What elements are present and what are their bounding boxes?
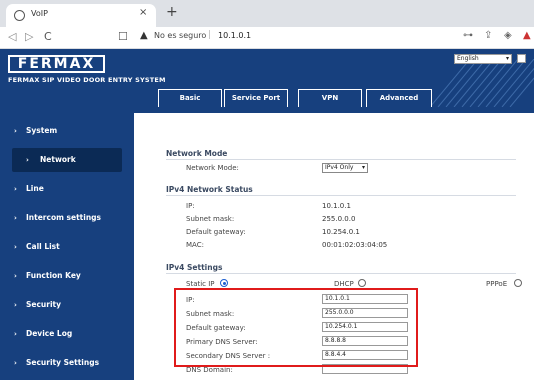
back-icon[interactable]: ◁ [8, 30, 16, 43]
tab-label: Advanced [379, 94, 419, 102]
status-mac-value: 00:01:02:03:04:05 [322, 241, 388, 249]
sidebar-item-label: Device Log [26, 329, 73, 338]
web-page: FERMAX FERMAX SIP VIDEO DOOR ENTRY SYSTE… [0, 49, 534, 380]
chevron-right-icon: › [14, 301, 17, 309]
sidebar-item-label: Function Key [26, 271, 81, 280]
chevron-right-icon: › [14, 272, 17, 280]
sidebar-item-system[interactable]: › System [0, 119, 134, 143]
url-text[interactable]: 10.1.0.1 [218, 31, 251, 40]
sidebar-item-function-key[interactable]: › Function Key [0, 264, 134, 288]
red-highlight-box [174, 288, 418, 367]
language-select[interactable]: English ▾ [454, 54, 512, 64]
warning-icon[interactable]: ▲ [140, 30, 148, 41]
section-title-network-mode: Network Mode [166, 149, 228, 158]
dhcp-radio[interactable] [358, 279, 366, 287]
sidebar-item-security[interactable]: › Security [0, 293, 134, 317]
new-tab-icon[interactable]: + [166, 4, 178, 20]
sidebar-item-intercom-settings[interactable]: › Intercom settings [0, 206, 134, 230]
tab-label: VPN [321, 94, 339, 102]
tab-basic[interactable]: Basic [158, 89, 222, 107]
page-header: FERMAX FERMAX SIP VIDEO DOOR ENTRY SYSTE… [0, 49, 534, 107]
tab-title: VoIP [31, 9, 48, 18]
reload-icon[interactable]: C [44, 30, 52, 43]
sidebar: › System › Network › Line › Intercom set… [0, 107, 134, 380]
close-tab-icon[interactable]: × [139, 7, 147, 18]
pppoe-label: PPPoE [486, 280, 508, 288]
sidebar-item-network[interactable]: › Network [12, 148, 122, 172]
dhcp-label: DHCP [334, 280, 354, 288]
sidebar-item-call-list[interactable]: › Call List [0, 235, 134, 259]
status-subnet-value: 255.0.0.0 [322, 215, 356, 223]
sidebar-item-label: Line [26, 184, 44, 193]
fermax-logo: FERMAX [8, 55, 105, 73]
sidebar-item-label: Security [26, 300, 62, 309]
chevron-right-icon: › [14, 330, 17, 338]
sidebar-item-label: Call List [26, 242, 60, 251]
chevron-right-icon: › [14, 214, 17, 222]
address-bar[interactable]: ▲ No es seguro | 10.1.0.1 [140, 29, 440, 46]
network-mode-label: Network Mode: [186, 164, 239, 172]
sidebar-item-label: System [26, 126, 58, 135]
browser-toolbar: ◁ ▷ C ☐ ▲ No es seguro | 10.1.0.1 ⊶ ⇪ ◈ … [0, 27, 534, 49]
divider [166, 159, 516, 160]
tab-service-port[interactable]: Service Port [224, 89, 288, 107]
chevron-right-icon: › [14, 243, 17, 251]
share-icon[interactable]: ⇪ [484, 30, 492, 41]
bookmark-icon[interactable]: ☐ [118, 30, 128, 43]
chevron-right-icon: › [14, 127, 17, 135]
status-ip-label: IP: [186, 202, 195, 210]
status-ip-value: 10.1.0.1 [322, 202, 351, 210]
pppoe-radio[interactable] [514, 279, 522, 287]
forward-icon[interactable]: ▷ [25, 30, 33, 43]
network-mode-select[interactable]: IPv4 Only ▾ [322, 163, 368, 173]
tab-label: Service Port [231, 94, 281, 102]
chevron-right-icon: › [26, 156, 29, 164]
globe-icon [14, 10, 25, 21]
divider [166, 273, 516, 274]
section-title-ipv4-status: IPv4 Network Status [166, 185, 253, 194]
chevron-down-icon: ▾ [505, 55, 509, 62]
tab-bar: Basic Service Port VPN Advanced [134, 89, 534, 107]
tab-advanced[interactable]: Advanced [366, 89, 432, 107]
sidebar-item-label: Network [40, 155, 76, 164]
extension-icon[interactable]: ▲ [523, 30, 531, 41]
status-subnet-label: Subnet mask: [186, 215, 235, 223]
chevron-right-icon: › [14, 185, 17, 193]
section-title-ipv4-settings: IPv4 Settings [166, 263, 223, 272]
network-mode-value: IPv4 Only [325, 164, 354, 171]
sidebar-item-device-log[interactable]: › Device Log [0, 322, 134, 346]
static-ip-label: Static IP [186, 280, 215, 288]
shield-icon[interactable]: ◈ [504, 30, 512, 41]
chevron-right-icon: › [14, 359, 17, 367]
status-gateway-label: Default gateway: [186, 228, 246, 236]
security-label: No es seguro [154, 31, 207, 40]
sidebar-item-label: Intercom settings [26, 213, 101, 222]
url-separator: | [208, 30, 212, 40]
sidebar-item-security-settings[interactable]: › Security Settings [0, 351, 134, 375]
header-subtitle: FERMAX SIP VIDEO DOOR ENTRY SYSTEM [8, 76, 166, 84]
browser-tab[interactable]: VoIP × [6, 4, 156, 27]
tab-vpn[interactable]: VPN [298, 89, 362, 107]
language-value: English [457, 55, 479, 62]
browser-tab-bar: VoIP × + [0, 0, 534, 27]
header-checkbox[interactable] [517, 54, 526, 63]
dns-domain-label: DNS Domain: [186, 366, 233, 374]
content-top-border [134, 107, 534, 113]
chevron-down-icon: ▾ [361, 164, 365, 171]
divider [166, 195, 516, 196]
key-icon[interactable]: ⊶ [463, 30, 473, 41]
status-gateway-value: 10.254.0.1 [322, 228, 360, 236]
sidebar-item-line[interactable]: › Line [0, 177, 134, 201]
sidebar-item-label: Security Settings [26, 358, 100, 367]
static-ip-radio[interactable] [220, 279, 228, 287]
tab-label: Basic [179, 94, 201, 102]
status-mac-label: MAC: [186, 241, 204, 249]
